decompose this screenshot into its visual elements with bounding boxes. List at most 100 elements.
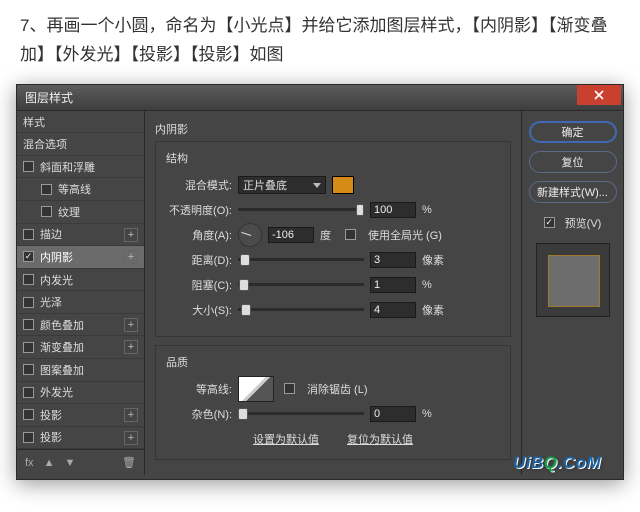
sidebar-item-gradient-overlay[interactable]: 渐变叠加+ [17,336,144,359]
checkbox[interactable] [23,409,34,420]
arrow-up-icon[interactable]: ▲ [44,457,55,469]
contour-row: 等高线: 消除锯齿 (L) [166,378,500,400]
ok-button[interactable]: 确定 [529,121,617,143]
default-buttons: 设置为默认值 复位为默认值 [166,431,500,447]
blend-mode-select[interactable]: 正片叠底 [238,176,326,194]
slider-handle[interactable] [238,408,248,420]
label: 外发光 [40,384,73,400]
size-slider[interactable] [238,308,364,311]
add-icon[interactable]: + [124,318,138,332]
label: 颜色叠加 [40,317,84,333]
sidebar-item-satin[interactable]: 光泽 [17,291,144,314]
slider-handle[interactable] [240,254,250,266]
sidebar-item-contour[interactable]: 等高线 [17,178,144,201]
label: 光泽 [40,294,62,310]
fx-icon[interactable]: fx [25,457,34,469]
checkbox[interactable] [23,161,34,172]
sidebar-item-bevel[interactable]: 斜面和浮雕 [17,156,144,179]
choke-slider[interactable] [238,283,364,286]
close-icon [594,90,604,100]
label: 投影 [40,429,62,445]
checkbox[interactable] [23,342,34,353]
sidebar-item-pattern-overlay[interactable]: 图案叠加 [17,359,144,382]
slider-handle[interactable] [241,304,251,316]
label: 图案叠加 [40,362,84,378]
checkbox[interactable] [41,184,52,195]
checkbox[interactable] [23,229,34,240]
arrow-down-icon[interactable]: ▼ [64,457,75,469]
percent-unit: % [422,408,432,420]
preview-thumbnail [536,243,610,317]
layer-style-dialog: 图层样式 样式 混合选项 斜面和浮雕 等高线 纹理 描边+ 内阴影+ 内发光 光… [16,84,624,480]
angle-input[interactable] [268,227,314,243]
quality-group: 品质 等高线: 消除锯齿 (L) 杂色(N): % 设置为默认值 复位为默认值 [155,345,511,460]
add-icon[interactable]: + [124,408,138,422]
percent-unit: % [422,204,432,216]
slider-handle[interactable] [356,204,364,216]
cancel-button[interactable]: 复位 [529,151,617,173]
distance-input[interactable] [370,252,416,268]
make-default-button[interactable]: 设置为默认值 [253,431,319,447]
preview-toggle[interactable]: 预览(V) [544,215,602,231]
noise-slider[interactable] [238,412,364,415]
label: 混合选项 [23,136,67,152]
add-icon[interactable]: + [124,250,138,264]
trash-icon[interactable]: 🗑 [122,456,136,469]
angle-dial[interactable] [238,223,262,247]
noise-input[interactable] [370,406,416,422]
sidebar-item-styles[interactable]: 样式 [17,111,144,134]
checkbox[interactable] [41,206,52,217]
checkbox[interactable] [23,319,34,330]
sidebar-item-outer-glow[interactable]: 外发光 [17,382,144,405]
close-button[interactable] [577,85,621,105]
sidebar-item-color-overlay[interactable]: 颜色叠加 + [17,314,144,337]
sidebar-item-blend-options[interactable]: 混合选项 [17,133,144,156]
angle-label: 角度(A): [166,227,232,243]
new-style-button[interactable]: 新建样式(W)... [529,181,617,203]
sidebar-item-texture[interactable]: 纹理 [17,201,144,224]
sidebar-item-stroke[interactable]: 描边+ [17,224,144,247]
size-input[interactable] [370,302,416,318]
add-icon[interactable]: + [124,340,138,354]
distance-row: 距离(D): 像素 [166,249,500,271]
checkbox[interactable] [23,297,34,308]
reset-default-button[interactable]: 复位为默认值 [347,431,413,447]
angle-row: 角度(A): 度 使用全局光 (G) [166,224,500,246]
opacity-input[interactable] [370,202,416,218]
noise-row: 杂色(N): % [166,403,500,425]
distance-slider[interactable] [238,258,364,261]
contour-picker[interactable] [238,376,274,402]
global-light-label: 使用全局光 (G) [368,227,442,243]
checkbox[interactable] [23,387,34,398]
sidebar-item-inner-shadow[interactable]: 内阴影+ [17,246,144,269]
choke-input[interactable] [370,277,416,293]
add-icon[interactable]: + [124,431,138,445]
checkbox[interactable] [23,364,34,375]
degree-unit: 度 [320,227,331,243]
percent-unit: % [422,279,432,291]
sidebar-item-drop-shadow-1[interactable]: 投影+ [17,404,144,427]
checkbox[interactable] [23,432,34,443]
opacity-slider[interactable] [238,208,364,211]
add-icon[interactable]: + [124,228,138,242]
color-swatch[interactable] [332,176,354,194]
dialog-title: 图层样式 [25,89,73,106]
px-unit: 像素 [422,302,444,318]
sidebar-item-drop-shadow-2[interactable]: 投影 + [17,427,144,450]
size-label: 大小(S): [166,302,232,318]
checkbox[interactable] [23,251,34,262]
watermark: UiBQ.CoM [513,453,601,473]
group-label: 结构 [166,150,500,166]
checkbox[interactable] [544,217,555,228]
label: 等高线 [58,181,91,197]
checkbox[interactable] [23,274,34,285]
opacity-row: 不透明度(O): % [166,199,500,221]
sidebar-item-inner-glow[interactable]: 内发光 [17,269,144,292]
right-column: 确定 复位 新建样式(W)... 预览(V) [521,111,623,475]
slider-handle[interactable] [239,279,249,291]
global-light-checkbox[interactable] [345,229,356,240]
distance-label: 距离(D): [166,252,232,268]
effects-sidebar: 样式 混合选项 斜面和浮雕 等高线 纹理 描边+ 内阴影+ 内发光 光泽 颜色叠… [17,111,145,475]
antialias-checkbox[interactable] [284,383,295,394]
label: 内发光 [40,272,73,288]
